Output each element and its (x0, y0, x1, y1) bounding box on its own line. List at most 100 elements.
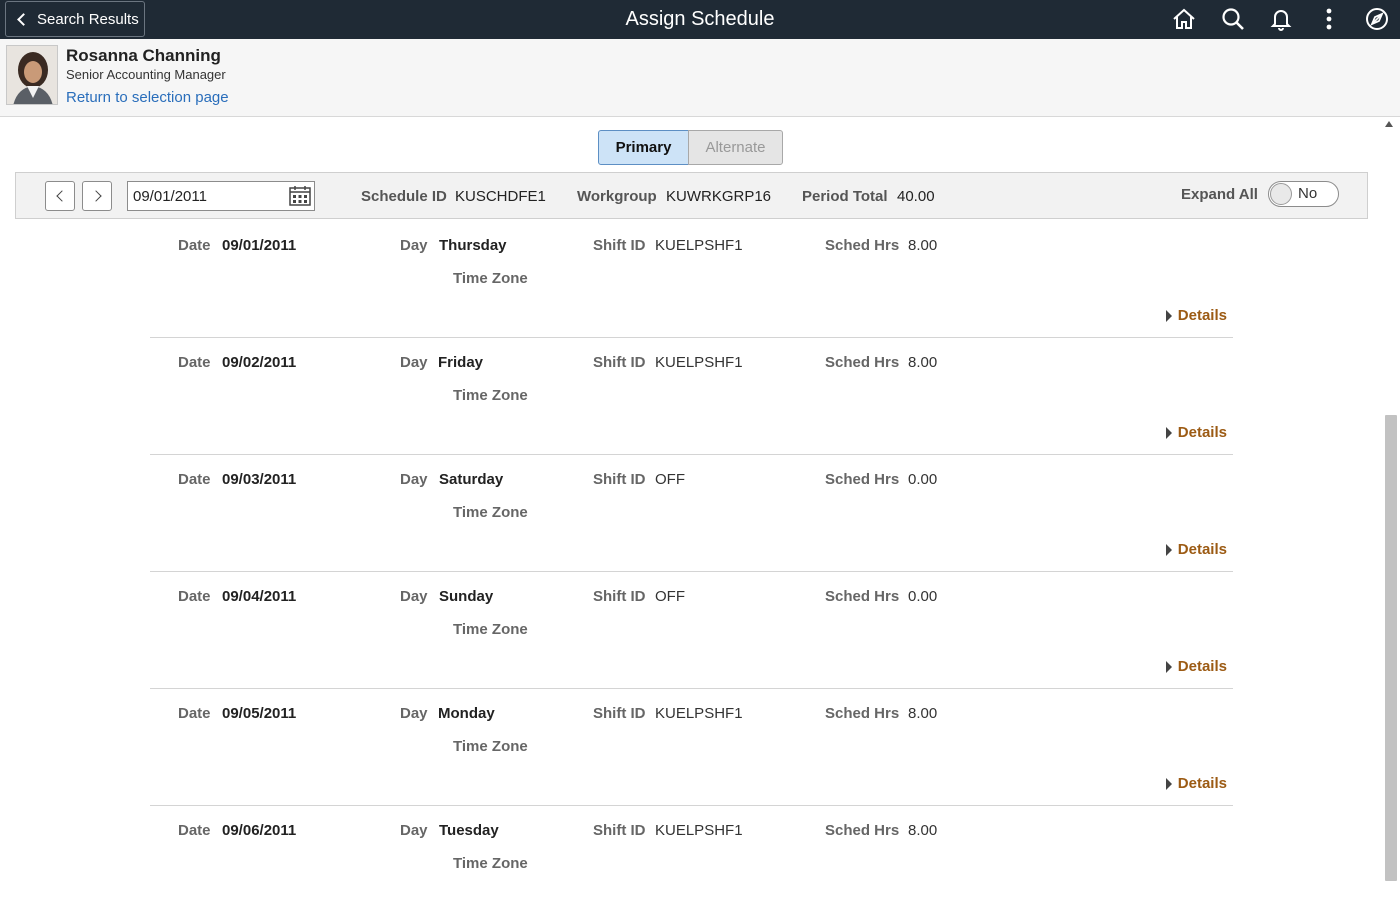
details-label: Details (1177, 307, 1227, 324)
day-label: Day (400, 354, 428, 371)
date-label: Date (178, 588, 211, 605)
sched-hrs-value: 8.00 (908, 822, 938, 839)
top-banner: Search Results Assign Schedule (0, 0, 1400, 39)
caret-right-icon (1165, 309, 1172, 322)
bell-icon[interactable] (1268, 6, 1294, 32)
time-zone-label: Time Zone (453, 738, 528, 755)
sched-hrs-value: 8.00 (908, 354, 938, 371)
schedule-row: Date 09/05/2011 Day Monday Shift ID KUEL… (150, 689, 1233, 806)
shift-id-value: KUELPSHF1 (655, 237, 743, 254)
date-value: 09/04/2011 (222, 588, 297, 605)
employee-name: Rosanna Channing (66, 46, 221, 65)
back-to-search-results-button[interactable]: Search Results (5, 1, 145, 37)
shift-id-value: OFF (655, 588, 685, 605)
caret-right-icon (1165, 777, 1172, 790)
details-toggle[interactable]: Details (1165, 775, 1227, 792)
time-zone-label: Time Zone (453, 855, 528, 872)
chevron-left-icon (17, 12, 30, 26)
schedule-row: Date 09/04/2011 Day Sunday Shift ID OFF … (150, 572, 1233, 689)
date-label: Date (178, 237, 211, 254)
sched-hrs-value: 8.00 (908, 705, 938, 722)
chevron-left-icon (55, 190, 68, 202)
details-toggle[interactable]: Details (1165, 541, 1227, 558)
sched-hrs-label: Sched Hrs (825, 705, 900, 722)
shift-id-label: Shift ID (593, 705, 646, 722)
caret-right-icon (1165, 660, 1172, 673)
sched-hrs-value: 8.00 (908, 237, 938, 254)
shift-id-value: KUELPSHF1 (655, 354, 743, 371)
shift-id-value: OFF (655, 471, 685, 488)
scroll-up-arrow-icon[interactable] (1385, 121, 1393, 127)
day-value: Friday (438, 354, 484, 371)
schedule-type-toggle: Primary Alternate (598, 130, 783, 165)
shift-id-value: KUELPSHF1 (655, 705, 743, 722)
schedule-row: Date 09/03/2011 Day Saturday Shift ID OF… (150, 455, 1233, 572)
search-icon[interactable] (1220, 6, 1246, 32)
schedule-list: Date 09/01/2011 Day Thursday Shift ID KU… (150, 221, 1233, 923)
date-value: 09/02/2011 (222, 354, 297, 371)
shift-id-label: Shift ID (593, 237, 646, 254)
workgroup-label: Workgroup (577, 188, 657, 205)
more-vertical-icon[interactable] (1316, 6, 1342, 32)
day-value: Tuesday (439, 822, 499, 839)
date-label: Date (178, 471, 211, 488)
expand-all-value: No (1298, 185, 1318, 202)
day-value: Sunday (439, 588, 494, 605)
sched-hrs-label: Sched Hrs (825, 822, 900, 839)
sched-hrs-label: Sched Hrs (825, 237, 900, 254)
expand-all-label: Expand All (1181, 186, 1258, 203)
schedule-row: Date 09/02/2011 Day Friday Shift ID KUEL… (150, 338, 1233, 455)
shift-id-label: Shift ID (593, 822, 646, 839)
compass-icon[interactable] (1364, 6, 1390, 32)
period-total-value: 40.00 (897, 188, 935, 205)
details-label: Details (1177, 424, 1227, 441)
details-label: Details (1177, 658, 1227, 675)
workgroup-value: KUWRKGRP16 (666, 188, 772, 205)
shift-id-label: Shift ID (593, 354, 646, 371)
shift-id-label: Shift ID (593, 588, 646, 605)
day-value: Thursday (439, 237, 507, 254)
details-toggle[interactable]: Details (1165, 658, 1227, 675)
schedule-filter-bar: Schedule ID KUSCHDFE1 Workgroup KUWRKGRP… (15, 172, 1368, 219)
time-zone-label: Time Zone (453, 504, 528, 521)
date-label: Date (178, 354, 211, 371)
home-icon[interactable] (1171, 6, 1197, 32)
alternate-schedule-button[interactable]: Alternate (688, 130, 783, 165)
caret-right-icon (1165, 543, 1172, 556)
time-zone-label: Time Zone (453, 621, 528, 638)
day-label: Day (400, 705, 428, 722)
day-value: Saturday (439, 471, 504, 488)
period-total-label: Period Total (802, 188, 888, 205)
shift-id-value: KUELPSHF1 (655, 822, 743, 839)
chevron-right-icon (89, 190, 102, 202)
day-label: Day (400, 822, 428, 839)
next-period-button[interactable] (82, 181, 112, 211)
previous-period-button[interactable] (45, 181, 75, 211)
schedule-date-input[interactable] (127, 181, 315, 211)
sched-hrs-value: 0.00 (908, 588, 938, 605)
date-value: 09/05/2011 (222, 705, 297, 722)
avatar (6, 45, 58, 105)
back-button-label: Search Results (37, 10, 139, 28)
shift-id-label: Shift ID (593, 471, 646, 488)
schedule-row: Date 09/01/2011 Day Thursday Shift ID KU… (150, 221, 1233, 338)
calendar-icon[interactable] (289, 186, 311, 206)
date-label: Date (178, 705, 211, 722)
day-label: Day (400, 237, 428, 254)
time-zone-label: Time Zone (453, 387, 528, 404)
return-to-selection-link[interactable]: Return to selection page (66, 89, 229, 106)
date-label: Date (178, 822, 211, 839)
day-label: Day (400, 588, 428, 605)
sched-hrs-value: 0.00 (908, 471, 938, 488)
primary-schedule-button[interactable]: Primary (598, 130, 689, 165)
schedule-id-value: KUSCHDFE1 (455, 188, 546, 205)
details-toggle[interactable]: Details (1165, 424, 1227, 441)
details-label: Details (1177, 775, 1227, 792)
scrollbar-thumb[interactable] (1385, 415, 1397, 881)
day-value: Monday (438, 705, 495, 722)
schedule-id-label: Schedule ID (361, 188, 447, 205)
details-toggle[interactable]: Details (1165, 307, 1227, 324)
expand-all-toggle[interactable]: No (1268, 181, 1339, 207)
time-zone-label: Time Zone (453, 270, 528, 287)
sched-hrs-label: Sched Hrs (825, 354, 900, 371)
